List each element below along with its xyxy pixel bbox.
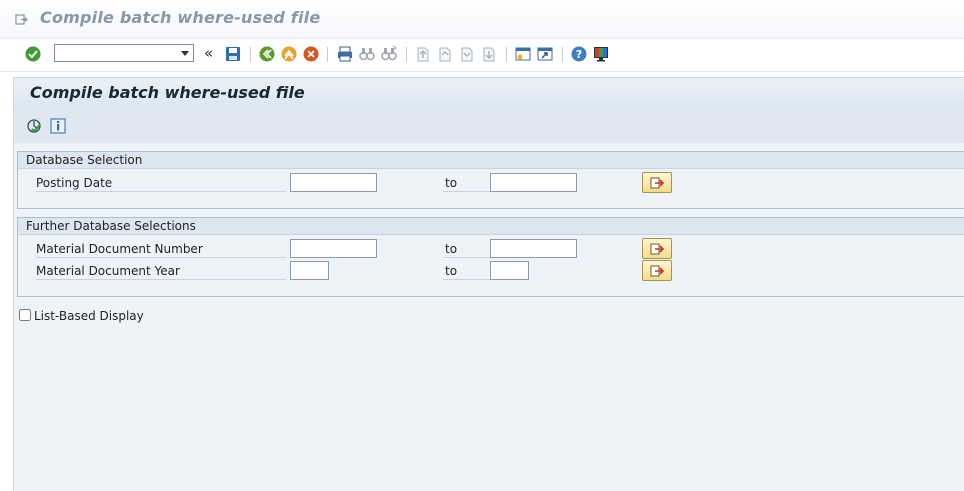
first-page-icon[interactable] [414, 45, 432, 63]
multiple-selection-icon [650, 265, 665, 277]
help-icon[interactable]: ? [570, 45, 588, 63]
material-document-number-from-input[interactable] [290, 239, 377, 258]
previous-page-icon[interactable] [436, 45, 454, 63]
main-screen: Compile batch where-used file Database S… [13, 77, 964, 491]
application-toolbar [14, 109, 964, 143]
cancel-icon[interactable] [302, 45, 320, 63]
multiple-selection-button[interactable] [642, 172, 672, 193]
multiple-selection-button[interactable] [642, 260, 672, 281]
back-icon[interactable] [258, 45, 276, 63]
find-next-icon[interactable] [380, 45, 398, 63]
material-document-year-from-input[interactable] [290, 261, 329, 280]
save-icon[interactable] [224, 45, 242, 63]
toolbar-separator [562, 47, 563, 62]
svg-text:?: ? [576, 48, 582, 61]
print-icon[interactable] [336, 45, 354, 63]
multiple-selection-icon [650, 177, 665, 189]
group-further-selections: Further Database Selections Material Doc… [17, 217, 964, 297]
toolbar-separator [506, 47, 507, 62]
next-page-icon[interactable] [458, 45, 476, 63]
info-icon[interactable] [50, 118, 66, 134]
customize-icon[interactable] [592, 45, 610, 63]
material-document-year-to-label: to [443, 263, 493, 280]
standard-toolbar: « ? [0, 38, 964, 72]
title-bar: Compile batch where-used file [0, 0, 964, 38]
posting-date-to-label: to [443, 175, 493, 192]
group-database-selection: Database Selection Posting Date to [17, 151, 964, 209]
material-document-number-to-input[interactable] [490, 239, 577, 258]
material-document-year-row: Material Document Year to [18, 260, 964, 282]
page-title: Compile batch where-used file [30, 83, 305, 102]
posting-date-to-input[interactable] [490, 173, 577, 192]
multiple-selection-icon [650, 243, 665, 255]
material-document-number-row: Material Document Number to [18, 238, 964, 260]
last-page-icon[interactable] [480, 45, 498, 63]
enter-icon[interactable] [24, 45, 42, 63]
find-icon[interactable] [358, 45, 376, 63]
posting-date-row: Posting Date to [18, 172, 964, 194]
material-document-number-label: Material Document Number [36, 241, 286, 258]
command-input[interactable] [58, 46, 176, 60]
menu-exit-icon[interactable] [15, 13, 28, 26]
create-session-icon[interactable] [514, 45, 532, 63]
posting-date-from-input[interactable] [290, 173, 377, 192]
collapse-icon[interactable]: « [204, 44, 213, 62]
toolbar-separator [327, 47, 328, 62]
shortcut-icon[interactable] [536, 45, 554, 63]
list-based-display-checkbox[interactable] [19, 309, 31, 321]
toolbar-separator [406, 47, 407, 62]
window-title: Compile batch where-used file [40, 8, 321, 27]
material-document-year-to-input[interactable] [490, 261, 529, 280]
group-title: Database Selection [18, 152, 964, 169]
toolbar-separator [250, 47, 251, 62]
screen-header: Compile batch where-used file [14, 77, 964, 110]
execute-icon[interactable] [26, 118, 42, 134]
group-title: Further Database Selections [18, 218, 964, 235]
chevron-down-icon[interactable] [181, 51, 189, 56]
posting-date-label: Posting Date [36, 175, 286, 192]
multiple-selection-button[interactable] [642, 238, 672, 259]
material-document-number-to-label: to [443, 241, 493, 258]
list-based-display-label: List-Based Display [34, 309, 144, 323]
command-field[interactable] [54, 44, 194, 62]
material-document-year-label: Material Document Year [36, 263, 286, 280]
exit-icon[interactable] [280, 45, 298, 63]
